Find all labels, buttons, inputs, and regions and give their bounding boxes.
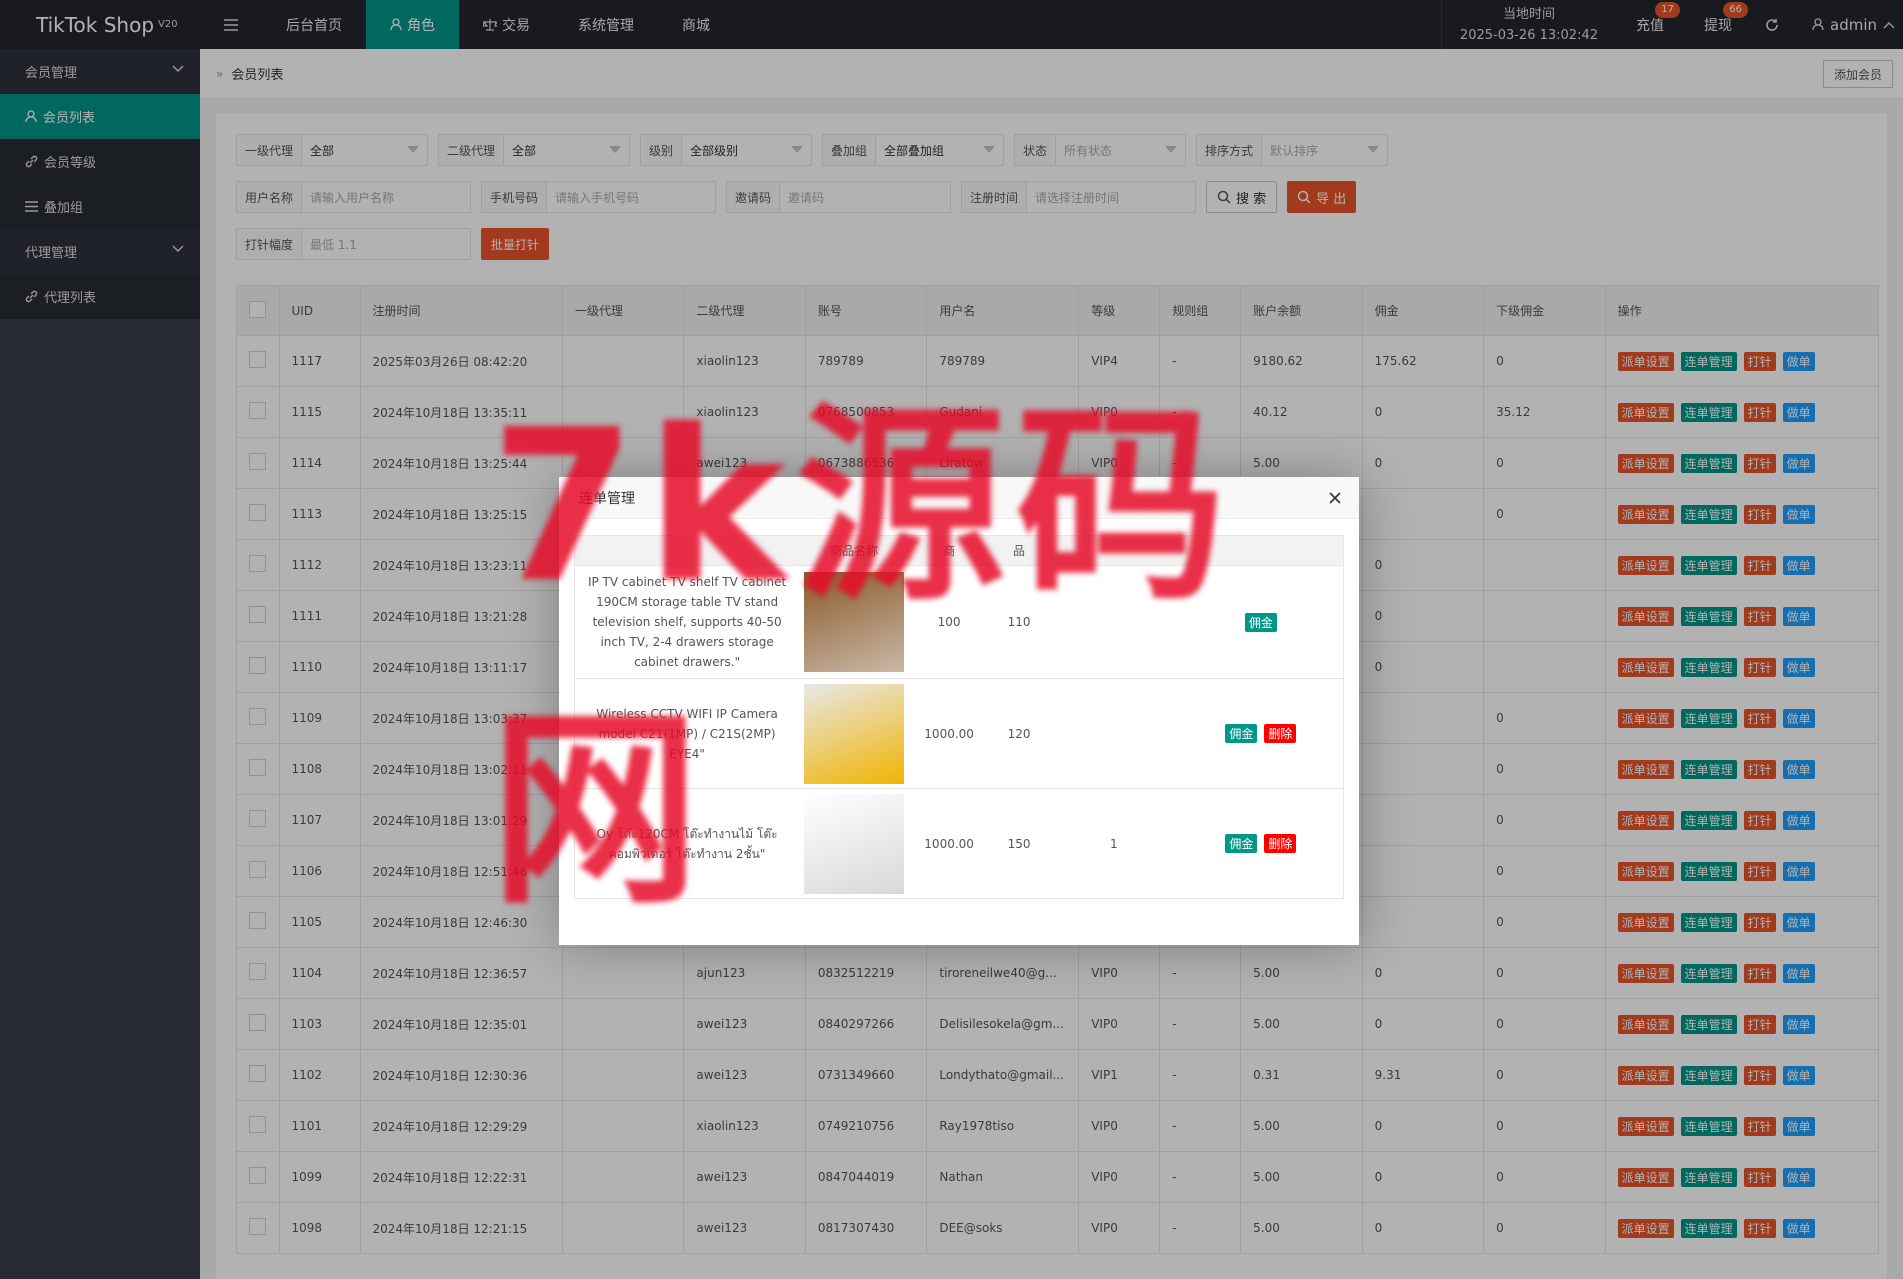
watermark-logo: 7k源码网	[490, 384, 1430, 933]
